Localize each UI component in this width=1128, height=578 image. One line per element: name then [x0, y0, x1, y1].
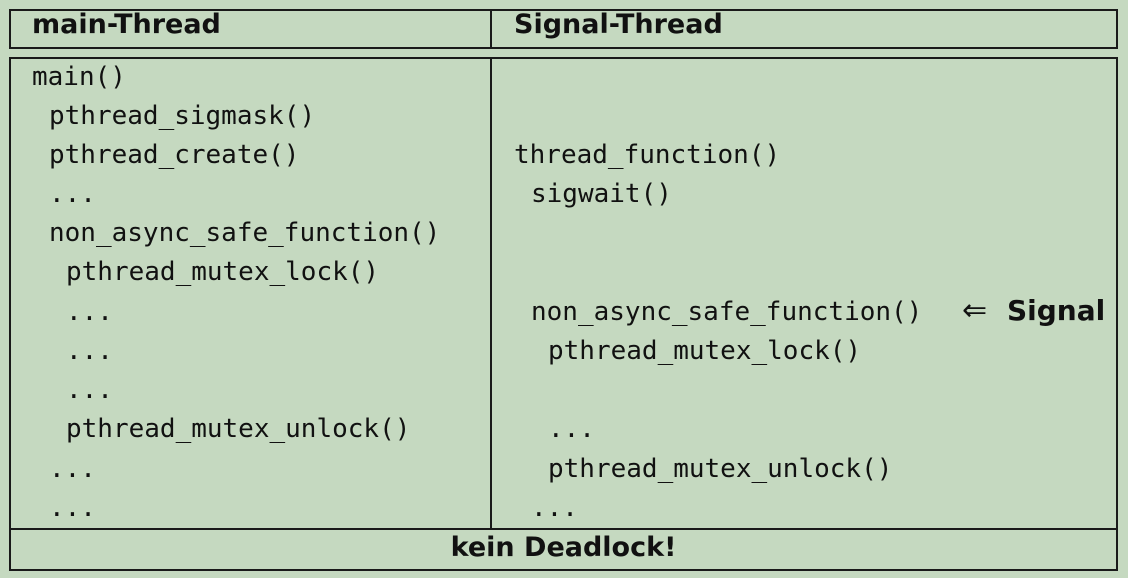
left-line: non_async_safe_function()	[49, 218, 441, 248]
border-right-top	[1116, 9, 1118, 49]
header-bottom-rule	[9, 47, 1118, 49]
right-line: pthread_mutex_unlock()	[548, 454, 893, 484]
column-divider-header	[490, 9, 492, 49]
body-top-rule	[9, 57, 1118, 59]
signal-label: Signal	[1007, 294, 1106, 327]
border-bottom	[9, 569, 1118, 571]
footer-conclusion: kein Deadlock!	[450, 532, 677, 563]
right-line: pthread_mutex_lock()	[548, 336, 862, 366]
left-line: ...	[49, 179, 96, 209]
left-line: main()	[32, 62, 126, 92]
header-main-thread: main-Thread	[32, 9, 221, 40]
left-line: ...	[49, 493, 96, 523]
footer-top-rule	[9, 528, 1118, 530]
left-line: pthread_mutex_unlock()	[66, 414, 411, 444]
right-line: thread_function()	[514, 140, 781, 170]
column-divider-body	[490, 57, 492, 530]
header-signal-thread: Signal-Thread	[514, 9, 723, 40]
left-line: ...	[49, 454, 96, 484]
left-line: pthread_mutex_lock()	[66, 257, 380, 287]
border-left-body	[9, 57, 11, 571]
left-line: ...	[66, 336, 113, 366]
left-line: pthread_sigmask()	[49, 101, 316, 131]
right-line: sigwait()	[531, 179, 672, 209]
diagram-table: main-Thread Signal-Thread main() pthread…	[0, 0, 1128, 578]
right-line: ...	[548, 414, 595, 444]
border-right-body	[1116, 57, 1118, 571]
right-line: non_async_safe_function()	[531, 297, 923, 327]
left-line: ...	[66, 375, 113, 405]
left-line: ...	[66, 297, 113, 327]
left-line: pthread_create()	[49, 140, 300, 170]
left-double-arrow-icon: ⇐	[962, 293, 988, 328]
right-line: ...	[531, 493, 578, 523]
border-left-top	[9, 9, 11, 49]
